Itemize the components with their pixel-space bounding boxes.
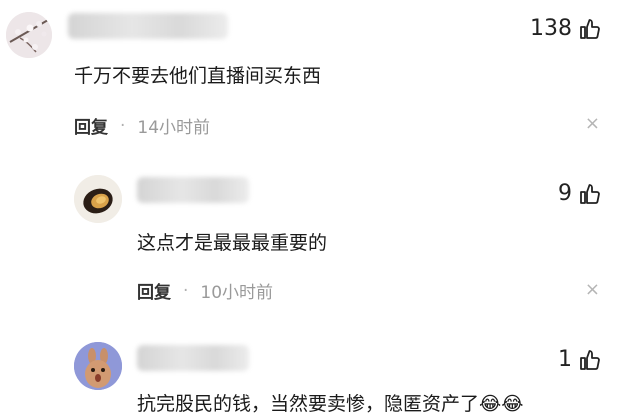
thumbs-up-icon[interactable]: [578, 348, 602, 372]
close-icon[interactable]: ×: [585, 113, 600, 134]
comment-text-body: 抗完股民的钱，当然要卖惨，隐匿资产了: [137, 393, 480, 415]
like-count[interactable]: 1: [558, 347, 602, 372]
like-count-value: 9: [558, 181, 572, 206]
avatar[interactable]: [74, 342, 122, 390]
comment-text: 抗完股民的钱，当然要卖惨，隐匿资产了😂😂: [137, 389, 523, 416]
username-blurred[interactable]: [137, 345, 249, 371]
like-count[interactable]: 138: [530, 16, 602, 41]
comment-meta: 回复 · 10小时前: [137, 278, 274, 304]
thumbs-up-icon[interactable]: [578, 182, 602, 206]
avatar[interactable]: [74, 175, 122, 223]
username-blurred[interactable]: [68, 13, 228, 39]
reply-button[interactable]: 回复: [137, 278, 171, 303]
close-icon[interactable]: ×: [585, 279, 600, 300]
separator-dot: ·: [183, 280, 189, 301]
cartoon-avatar-icon: [74, 342, 122, 390]
like-count[interactable]: 9: [558, 181, 602, 206]
reply-button[interactable]: 回复: [74, 113, 108, 138]
avatar[interactable]: [6, 12, 52, 58]
comment-text: 这点才是最最最重要的: [137, 232, 328, 254]
like-count-value: 138: [530, 16, 572, 41]
comment-text: 千万不要去他们直播间买东西: [74, 65, 322, 87]
username-blurred[interactable]: [137, 177, 249, 203]
blossom-avatar-icon: [6, 12, 52, 58]
timestamp: 14小时前: [137, 118, 211, 138]
laughing-emoji-icon: 😂😂: [479, 393, 524, 415]
like-count-value: 1: [558, 347, 572, 372]
thumbs-up-icon[interactable]: [578, 17, 602, 41]
separator-dot: ·: [120, 115, 126, 136]
comment-meta: 回复 · 14小时前: [74, 113, 211, 139]
sweet-potato-avatar-icon: [74, 175, 122, 223]
timestamp: 10小时前: [200, 283, 274, 303]
